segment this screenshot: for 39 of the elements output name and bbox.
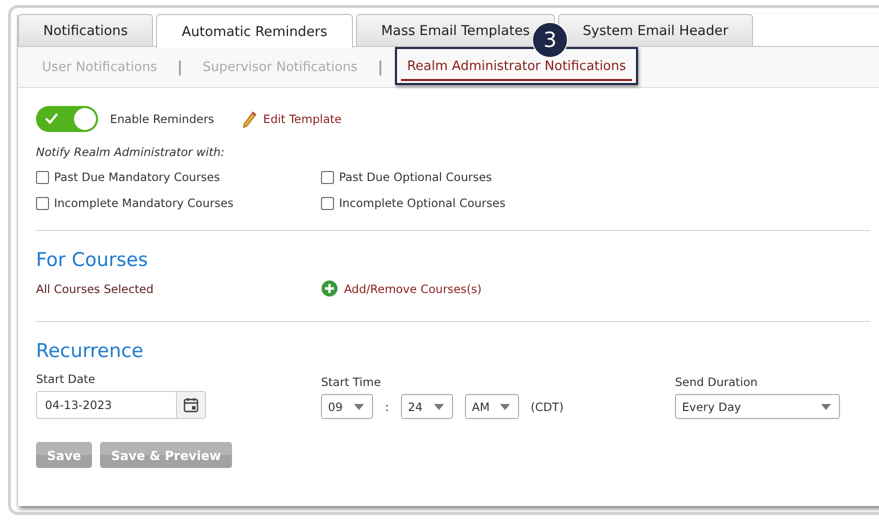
calendar-icon[interactable] <box>183 397 199 413</box>
separator: | <box>378 58 384 76</box>
checkbox-label: Past Due Mandatory Courses <box>54 170 220 184</box>
field-label: Start Date <box>36 372 96 386</box>
timezone-label: (CDT) <box>530 400 564 414</box>
minute-dropdown[interactable]: 24 <box>400 394 453 419</box>
add-remove-courses-link[interactable]: Add/Remove Courses(s) <box>321 280 870 297</box>
checkbox-label: Past Due Optional Courses <box>339 170 492 184</box>
enable-toggle[interactable] <box>36 106 98 132</box>
checkbox-label: Incomplete Mandatory Courses <box>54 196 234 210</box>
notify-label: Notify Realm Administrator with: <box>36 145 226 159</box>
checkbox[interactable] <box>36 196 49 210</box>
checkbox[interactable] <box>36 170 49 184</box>
field-label: Start Time <box>321 375 382 389</box>
courses-status: All Courses Selected <box>36 282 155 296</box>
checkbox[interactable] <box>321 170 334 184</box>
time-separator: : <box>385 400 389 414</box>
tab[interactable]: Automatic Reminders <box>156 14 353 48</box>
toggle-label: Enable Reminders <box>110 112 214 126</box>
caret-icon <box>500 404 510 410</box>
hour-dropdown[interactable]: 09 <box>321 394 373 419</box>
period-dropdown[interactable]: AM <box>464 394 519 419</box>
tab[interactable]: Notifications <box>18 14 153 46</box>
tab[interactable]: System Email Header <box>558 14 753 46</box>
separator: | <box>177 58 183 76</box>
section-heading: Recurrence <box>36 340 144 362</box>
edit-template-link[interactable]: Edit Template <box>242 110 342 128</box>
date-field[interactable]: 04-13-2023 <box>36 391 176 419</box>
checkbox-label: Incomplete Optional Courses <box>339 196 506 210</box>
plus-icon <box>321 280 338 297</box>
duration-dropdown[interactable]: Every Day <box>675 394 840 419</box>
check-icon <box>45 113 58 124</box>
section-heading: For Courses <box>36 249 149 271</box>
checkbox[interactable] <box>321 196 334 210</box>
caret-icon <box>821 404 831 410</box>
field-label: Send Duration <box>675 375 759 389</box>
caret-icon <box>434 404 444 410</box>
pencil-icon <box>242 110 258 128</box>
caret-icon <box>354 404 364 410</box>
